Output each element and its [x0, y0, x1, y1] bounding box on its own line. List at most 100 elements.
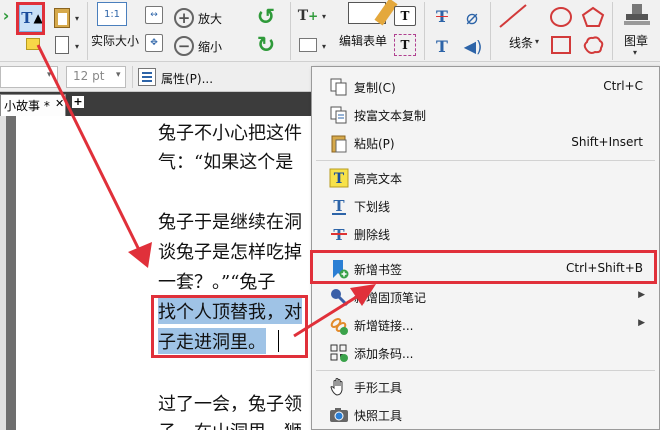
menu-separator — [316, 251, 655, 252]
select-text-tool-button[interactable]: T ▲ — [19, 4, 45, 32]
font-size-dropdown-icon[interactable]: ▾ — [116, 70, 121, 80]
rich-text-copy-icon — [330, 106, 347, 124]
rectangle-tool-icon[interactable] — [549, 34, 573, 56]
menu-item-label: 下划线 — [354, 200, 391, 214]
cloud-tool-icon[interactable] — [581, 34, 605, 56]
document-tool-dropdown-icon[interactable]: ▾ — [75, 42, 79, 51]
fit-width-icon[interactable]: ✥ — [145, 34, 163, 52]
attachment-icon[interactable]: ⌀ — [462, 4, 482, 30]
edit-form-label[interactable]: 编辑表单 — [339, 32, 387, 49]
document-tool-icon[interactable] — [51, 34, 73, 56]
snapshot-icon — [330, 408, 348, 422]
form-field-icon[interactable] — [296, 34, 320, 56]
menu-item-add-pin-note[interactable]: 新增固顶笔记 ▶ — [312, 283, 659, 311]
form-field-dropdown-icon[interactable]: ▾ — [322, 42, 326, 51]
ribbon-separator — [612, 2, 613, 60]
text-cursor-icon: T — [21, 9, 33, 27]
rotate-left-icon[interactable]: ↺ — [253, 6, 279, 30]
menu-item-add-barcode[interactable]: 添加条码... — [312, 339, 659, 367]
zoom-in-icon[interactable]: + — [172, 6, 196, 30]
menu-item-highlight-text[interactable]: T 高亮文本 — [312, 164, 659, 192]
menu-item-hand-tool[interactable]: 手形工具 — [312, 373, 659, 401]
doc-line: 一套？。”“兔子 — [158, 272, 276, 293]
menu-item-label: 删除线 — [354, 228, 391, 242]
menu-separator — [316, 160, 655, 161]
font-name-dropdown-icon[interactable]: ▾ — [47, 70, 52, 80]
fit-page-icon[interactable]: ↔ — [145, 6, 163, 24]
menu-item-add-link[interactable]: 新增链接... ▶ — [312, 311, 659, 339]
polygon-tool-icon[interactable] — [581, 6, 605, 28]
doc-line: 子，在山洞里，狮 — [158, 418, 302, 430]
add-text-field-icon[interactable]: T + — [296, 4, 320, 28]
zoom-in-label[interactable]: 放大 — [198, 10, 222, 27]
tab-label: 小故事 * — [4, 99, 50, 113]
text-caret — [278, 330, 279, 352]
doc-line: 谈兔子是怎样吃掉 — [158, 242, 302, 263]
doc-line: 兔子不小心把这件 — [158, 123, 302, 144]
menu-item-label: 新增书签 — [354, 263, 403, 277]
menu-separator — [316, 370, 655, 371]
menu-item-strikeout[interactable]: T 删除线 — [312, 220, 659, 248]
strikeout-text-icon[interactable]: T — [430, 4, 454, 28]
menu-item-label: 快照工具 — [354, 409, 403, 423]
textbox-icon[interactable]: T — [394, 34, 416, 56]
highlight-text-icon: T — [329, 168, 349, 188]
lines-dropdown-icon[interactable]: ▾ — [535, 37, 539, 46]
menu-item-shortcut: Ctrl+Shift+B — [566, 261, 643, 275]
paste-icon — [331, 135, 347, 153]
menu-item-label: 粘贴(P) — [354, 137, 395, 151]
menu-item-copy[interactable]: 复制(C) Ctrl+C — [312, 73, 659, 101]
context-menu: 复制(C) Ctrl+C 按富文本复制 粘贴(P) Shift+Insert T… — [311, 66, 660, 430]
line-tool-icon[interactable] — [497, 2, 529, 30]
replace-text-icon[interactable]: T — [430, 34, 454, 58]
ribbon-separator — [490, 2, 491, 60]
font-size-value: 12 pt — [73, 69, 105, 83]
menu-item-label: 手形工具 — [354, 381, 403, 395]
formatbar-separator — [132, 66, 133, 88]
submenu-arrow-icon: ▶ — [638, 318, 645, 328]
menu-item-underline[interactable]: T 下划线 — [312, 192, 659, 220]
zoom-out-icon[interactable]: − — [172, 34, 196, 58]
menu-item-add-bookmark[interactable]: 新增书签 Ctrl+Shift+B — [312, 255, 659, 283]
new-tab-icon[interactable]: + — [72, 96, 84, 108]
menu-item-label: 添加条码... — [354, 347, 414, 361]
stamp-icon[interactable] — [620, 2, 654, 28]
doc-line-selected[interactable]: 找个人顶替我，对 — [158, 298, 302, 324]
underline-icon: T — [332, 197, 346, 215]
lines-label[interactable]: 线条 — [509, 34, 533, 51]
annotation-select-icon[interactable] — [24, 36, 42, 52]
properties-label[interactable]: 属性(P)... — [161, 70, 213, 87]
rotate-right-icon[interactable]: ↻ — [253, 34, 279, 58]
edit-form-icon[interactable] — [345, 0, 398, 26]
menu-item-label: 新增固顶笔记 — [354, 291, 427, 305]
oval-tool-icon[interactable] — [549, 6, 573, 28]
menu-item-label: 新增链接... — [354, 319, 414, 333]
pin-note-icon — [331, 289, 349, 307]
svg-text:T: T — [333, 197, 345, 215]
clipboard-dropdown-icon[interactable]: ▾ — [75, 14, 79, 23]
menu-item-paste[interactable]: 粘贴(P) Shift+Insert — [312, 129, 659, 157]
add-text-dropdown-icon[interactable]: ▾ — [322, 12, 326, 21]
doc-line: 过了一会，兔子领 — [158, 394, 302, 415]
sound-icon[interactable]: ◀) — [462, 34, 484, 58]
back-arrow-icon[interactable]: › — [0, 6, 12, 26]
close-tab-icon[interactable]: ✕ — [55, 97, 64, 110]
stamp-label[interactable]: 图章 — [624, 32, 648, 49]
doc-line: 兔子于是继续在洞 — [158, 212, 302, 233]
hand-tool-icon — [330, 378, 343, 396]
doc-line-selected[interactable]: 子走进洞里。 — [158, 328, 266, 354]
stamp-dropdown-icon[interactable]: ▾ — [633, 48, 637, 57]
actual-size-label[interactable]: 实际大小 — [91, 32, 139, 49]
svg-text:T: T — [334, 171, 345, 187]
menu-item-rich-text-copy[interactable]: 按富文本复制 — [312, 101, 659, 129]
typewriter-icon[interactable]: T — [394, 6, 416, 26]
tab-story[interactable]: 小故事 * ✕ — [0, 94, 66, 116]
actual-size-icon[interactable]: 1:1 — [95, 0, 129, 28]
clipboard-icon[interactable] — [51, 6, 73, 30]
ribbon-separator — [87, 2, 88, 60]
zoom-out-label[interactable]: 缩小 — [198, 38, 222, 55]
properties-icon[interactable] — [138, 68, 156, 86]
link-icon — [330, 318, 348, 335]
menu-item-snapshot[interactable]: 快照工具 — [312, 401, 659, 429]
ribbon-separator — [424, 2, 425, 60]
